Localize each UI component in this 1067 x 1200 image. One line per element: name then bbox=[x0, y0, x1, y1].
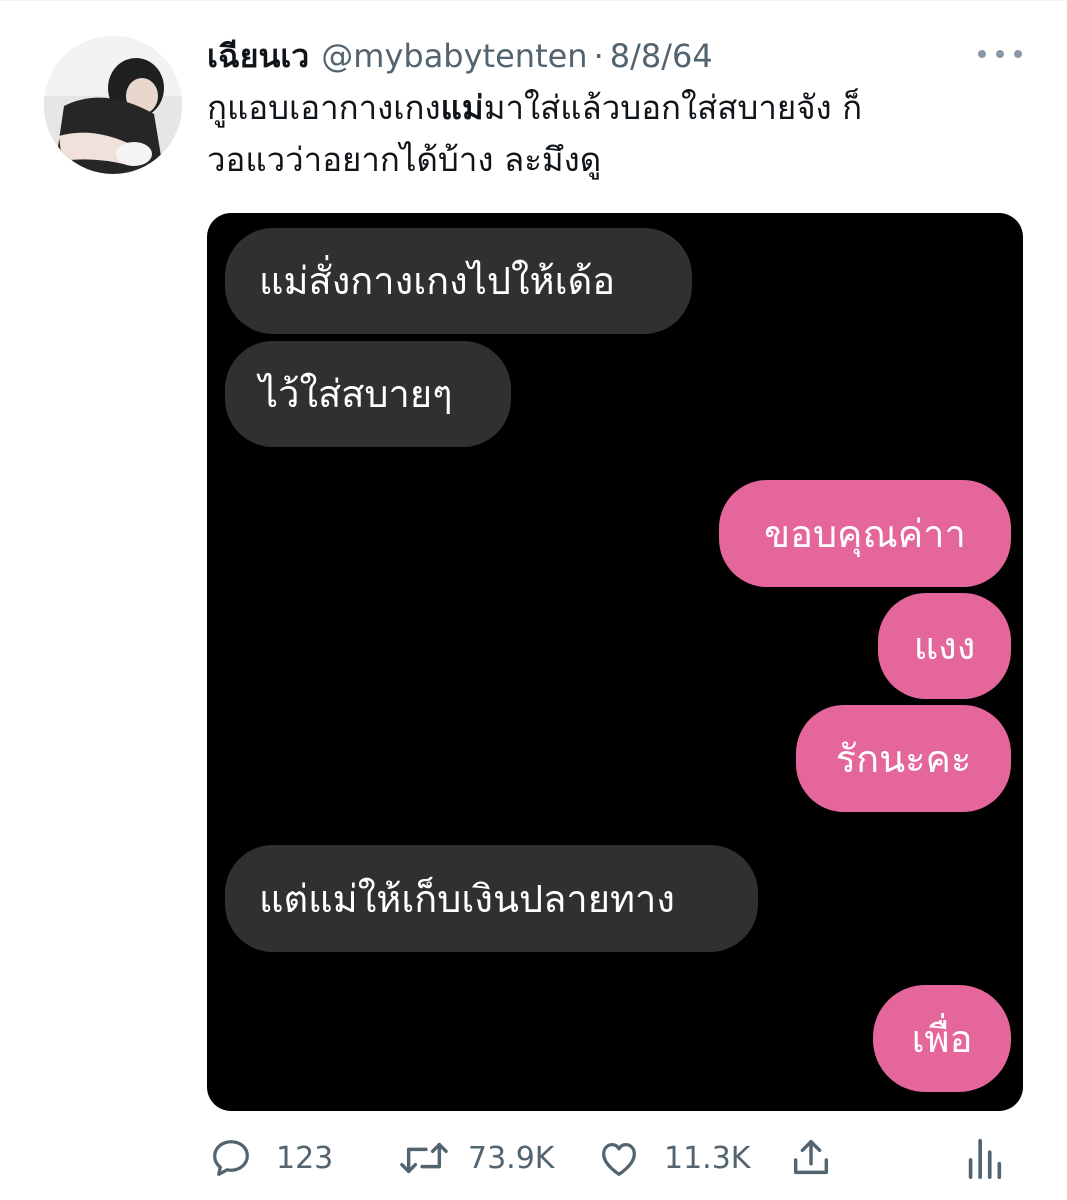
chat-bubble-incoming: ไว้ใส่สบายๆ bbox=[225, 341, 511, 447]
more-options-icon[interactable] bbox=[978, 40, 1022, 68]
tweet-text-segment: กูแอบเอากางเกง bbox=[207, 88, 441, 127]
chat-bubble-incoming: แต่แม่ให้เก็บเงินปลายทาง bbox=[225, 845, 758, 952]
tweet-text-bold: แม่ bbox=[440, 88, 484, 127]
chat-bubble-text: รักนะคะ bbox=[835, 736, 972, 781]
user-handle[interactable]: @mybabytenten bbox=[321, 37, 587, 75]
chat-bubble-text: แต่แม่ให้เก็บเงินปลายทาง bbox=[259, 876, 675, 921]
chat-bubble-text: เพื่อ bbox=[911, 1016, 973, 1061]
retweet-arrows-icon bbox=[400, 1142, 448, 1174]
retweet-button[interactable]: 73.9K bbox=[398, 1130, 554, 1186]
bar-chart-icon bbox=[968, 1138, 1002, 1179]
avatar[interactable] bbox=[44, 36, 182, 174]
chat-bubble-text: แม่สั่งกางเกงไปให้เด้อ bbox=[259, 259, 616, 303]
tweet-text: กูแอบเอากางเกงแม่มาใส่แล้วบอกใส่สบายจัง … bbox=[207, 82, 1017, 186]
tweet-header: เฉียนเว @mybabytenten · 8/8/64 bbox=[207, 34, 713, 78]
chat-bubble-outgoing: แงง bbox=[878, 593, 1011, 699]
chat-bubble-text: แงง bbox=[913, 624, 976, 668]
like-count: 11.3K bbox=[664, 1140, 751, 1176]
speech-bubble-icon bbox=[213, 1140, 249, 1176]
attached-chat-screenshot[interactable]: แม่สั่งกางเกงไปให้เด้อ ไว้ใส่สบายๆ ขอบคุ… bbox=[207, 213, 1023, 1111]
chat-bubble-outgoing: รักนะคะ bbox=[796, 705, 1011, 812]
separator-dot: · bbox=[593, 37, 604, 75]
display-name[interactable]: เฉียนเว bbox=[207, 31, 309, 82]
top-divider bbox=[0, 0, 1067, 1]
chat-bubble-outgoing: ขอบคุณค่าา bbox=[719, 480, 1011, 587]
chat-bubble-incoming: แม่สั่งกางเกงไปให้เด้อ bbox=[225, 228, 692, 334]
tweet-text-line-2: วอแวว่าอยากได้บ้าง ละมึงดู bbox=[207, 140, 602, 179]
analytics-button[interactable] bbox=[964, 1130, 1004, 1186]
avatar-photo bbox=[44, 36, 182, 174]
tweet-text-segment: มาใส่แล้วบอกใส่สบายจัง ก็ bbox=[483, 88, 863, 127]
tweet-date[interactable]: 8/8/64 bbox=[610, 37, 713, 75]
chat-bubble-text: ขอบคุณค่าา bbox=[764, 511, 966, 556]
chat-bubble-text: ไว้ใส่สบายๆ bbox=[259, 372, 453, 416]
share-upload-icon bbox=[793, 1139, 829, 1175]
like-button[interactable]: 11.3K bbox=[596, 1130, 750, 1186]
share-button[interactable] bbox=[788, 1130, 834, 1186]
chat-bubble-outgoing: เพื่อ bbox=[873, 985, 1011, 1092]
reply-count: 123 bbox=[276, 1140, 334, 1176]
reply-button[interactable]: 123 bbox=[208, 1130, 333, 1186]
tweet-actions-bar: 123 73.9K 11.3K bbox=[0, 1130, 1067, 1186]
retweet-count: 73.9K bbox=[468, 1140, 555, 1176]
heart-icon bbox=[602, 1142, 636, 1176]
tweet-text-line-1: กูแอบเอากางเกงแม่มาใส่แล้วบอกใส่สบายจัง … bbox=[207, 82, 1017, 134]
